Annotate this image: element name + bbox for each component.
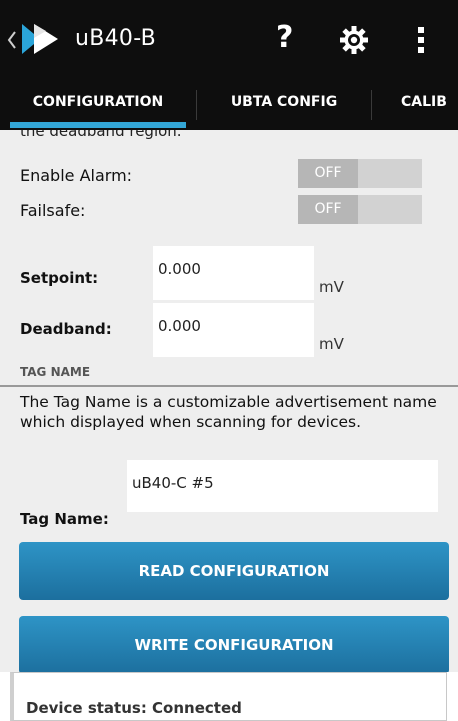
app-title: uB40-B: [75, 26, 157, 51]
read-configuration-button[interactable]: READ CONFIGURATION: [19, 542, 449, 600]
setpoint-unit: mV: [319, 278, 344, 296]
app-bar: uB40-B ?: [0, 0, 458, 80]
tag-name-input[interactable]: uB40-C #5: [127, 460, 438, 512]
deadband-unit: mV: [319, 335, 344, 353]
tab-calibration[interactable]: CALIB: [401, 80, 458, 130]
tag-name-description: The Tag Name is a customizable advertise…: [20, 393, 437, 431]
configuration-panel: the deadband region. Enable Alarm: OFF F…: [0, 130, 458, 672]
setpoint-label: Setpoint:: [20, 269, 99, 287]
tag-name-label: Tag Name:: [20, 510, 109, 528]
gear-icon[interactable]: [339, 25, 369, 55]
deadband-label: Deadband:: [20, 320, 112, 338]
help-icon[interactable]: ?: [276, 20, 293, 55]
deadband-help-text: the deadband region.: [20, 130, 182, 140]
overflow-menu-icon[interactable]: [417, 25, 425, 55]
failsafe-state: OFF: [298, 195, 358, 224]
enable-alarm-toggle[interactable]: OFF: [298, 159, 422, 188]
section-divider: [0, 385, 458, 387]
setpoint-input[interactable]: 0.000: [153, 246, 314, 300]
enable-alarm-state: OFF: [298, 159, 358, 188]
write-configuration-button[interactable]: WRITE CONFIGURATION: [19, 616, 449, 672]
tab-divider: [371, 90, 372, 120]
device-status-text: Device status: Connected: [26, 699, 242, 717]
failsafe-toggle[interactable]: OFF: [298, 195, 422, 224]
deadband-input[interactable]: 0.000: [153, 303, 314, 357]
app-logo-icon: [22, 24, 58, 54]
device-status-bar: Device status: Connected: [10, 672, 447, 721]
tag-name-section-header: TAG NAME: [20, 365, 91, 379]
failsafe-label: Failsafe:: [20, 201, 86, 220]
back-chevron-icon[interactable]: [7, 30, 17, 50]
active-tab-indicator: [10, 122, 186, 128]
tab-ubta-config[interactable]: UBTA CONFIG: [197, 80, 371, 130]
enable-alarm-label: Enable Alarm:: [20, 166, 133, 185]
